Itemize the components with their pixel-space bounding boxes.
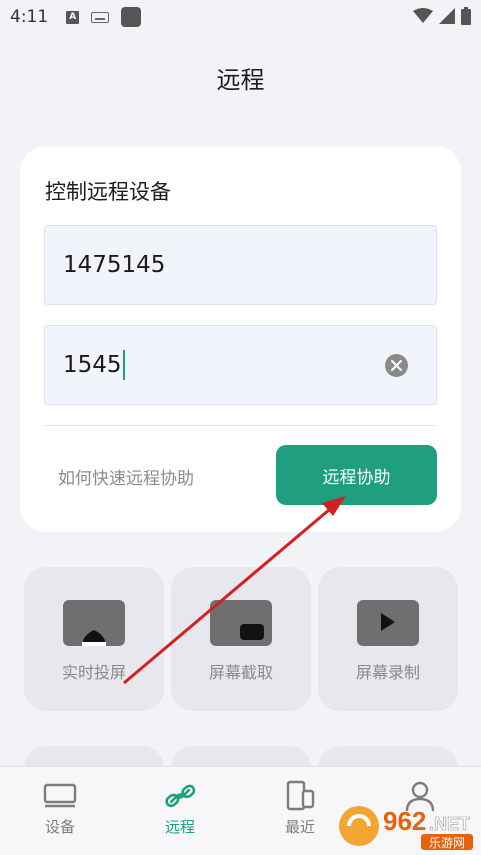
watermark-suffix: .NET [429,814,470,834]
feature-tile-screen-capture[interactable]: 屏幕截取 [171,567,311,711]
remote-control-card: 控制远程设备 1475145 1545 如何快速远程协助 远程协助 [20,146,461,532]
feature-label: 屏幕截取 [208,663,273,682]
divider [44,425,437,426]
status-right-icons [413,7,471,25]
watermark-brand: 962 [383,806,426,836]
battery-icon [461,7,471,25]
remote-assist-button[interactable]: 远程协助 [276,445,437,505]
feature-label: 实时投屏 [61,663,126,682]
status-time: 4:11 [10,7,49,27]
nav-label-devices: 设备 [44,818,75,836]
text-caret [122,350,125,380]
device-id-field[interactable]: 1475145 [44,225,437,305]
feature-tile-screen-record[interactable]: 屏幕录制 [318,567,458,711]
password-value: 1545 [63,352,122,378]
device-id-value: 1475145 [63,252,166,278]
nav-item-remote[interactable]: 远程 [120,767,240,855]
signal-icon [439,8,455,24]
link-icon [165,784,196,808]
feature-tile-screen-cast[interactable]: 实时投屏 [24,567,164,711]
feature-label: 屏幕录制 [355,663,420,682]
keyboard-icon [91,11,110,23]
screen-capture-icon [210,600,272,646]
page-title: 远程 [216,66,265,94]
clear-icon[interactable] [385,354,408,377]
devices-icon [43,783,77,808]
nav-item-devices[interactable]: 设备 [0,767,120,855]
app-square-icon [121,7,142,27]
card-title: 控制远程设备 [45,180,171,204]
status-left-icons: A [66,7,142,27]
status-bar: 4:11 A [0,0,481,34]
a-notification-icon: A [66,10,80,24]
nav-label-remote: 远程 [164,818,195,836]
recent-icon [286,780,315,811]
password-field[interactable]: 1545 [44,325,437,405]
wifi-icon [413,8,433,23]
screen-record-icon [357,600,419,646]
watermark-sub: 乐游网 [429,836,465,850]
screen-cast-icon [63,600,125,646]
watermark-logo: 962 .NET 乐游网 [337,800,477,852]
help-link[interactable]: 如何快速远程协助 [58,464,194,489]
